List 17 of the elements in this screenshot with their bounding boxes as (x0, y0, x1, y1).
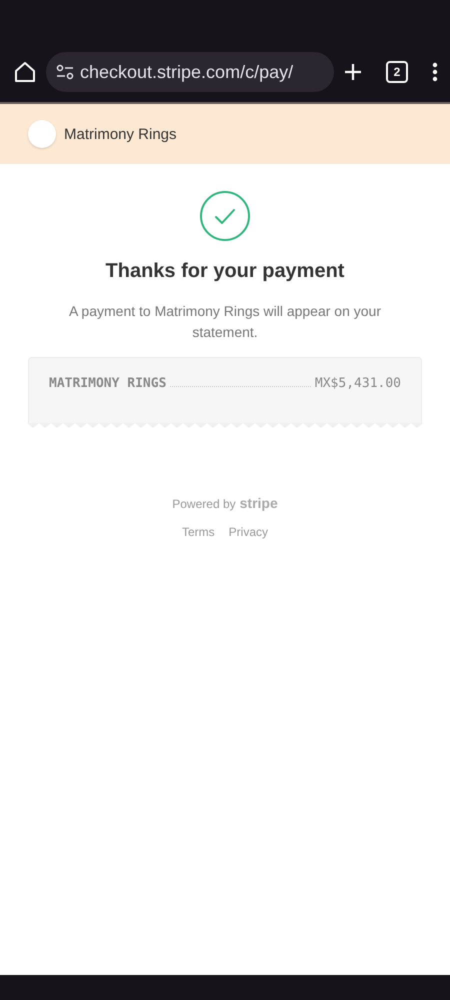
address-bar[interactable]: checkout.stripe.com/c/pay/ (46, 52, 334, 92)
merchant-name: Matrimony Rings (64, 126, 177, 142)
item-label: MATRIMONY RINGS (49, 376, 166, 391)
confirmation-message: A payment to Matrimony Rings will appear on your statement. (68, 302, 382, 342)
new-tab-icon[interactable] (344, 63, 362, 81)
home-icon[interactable] (14, 61, 36, 83)
footer-link[interactable]: Privacy (228, 525, 268, 539)
tab-count[interactable]: 2 (386, 61, 408, 83)
success-check-icon (199, 190, 251, 242)
page-settings-icon[interactable] (56, 64, 74, 80)
footer-link[interactable]: Terms (182, 525, 215, 539)
item-amount: MX$5,431.00 (314, 376, 401, 391)
merchant-logo (28, 120, 56, 148)
confirmation-title: Thanks for your payment (106, 260, 344, 283)
brand-logo[interactable]: stripe (240, 495, 278, 511)
menu-icon[interactable] (432, 62, 438, 82)
powered-by-text: Powered by (172, 497, 236, 511)
